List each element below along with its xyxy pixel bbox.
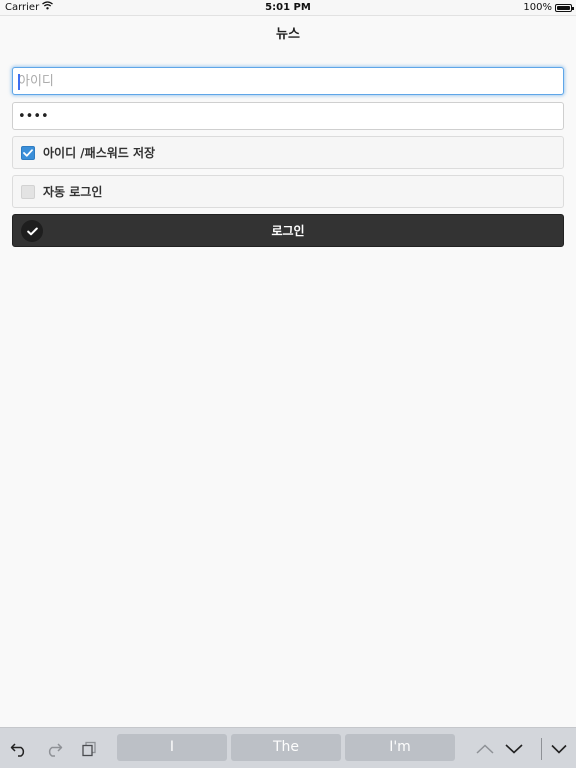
- keyboard-shortcut-bar: I The I'm: [0, 727, 576, 768]
- username-input[interactable]: [12, 67, 564, 95]
- battery-percent: 100%: [523, 2, 552, 13]
- undo-icon[interactable]: [8, 728, 30, 768]
- login-button[interactable]: 로그인: [12, 214, 564, 247]
- login-button-label: 로그인: [271, 224, 305, 238]
- paste-icon[interactable]: [78, 728, 100, 768]
- save-credentials-label: 아이디 /패스워드 저장: [43, 146, 156, 160]
- battery-level: [557, 6, 570, 10]
- status-right: 100%: [523, 0, 574, 16]
- chevron-up-icon[interactable]: [474, 728, 496, 768]
- suggestion-1[interactable]: I: [117, 734, 227, 761]
- keyboard-bar-divider: [541, 738, 542, 760]
- status-bar: Carrier 5:01 PM 100%: [0, 0, 576, 16]
- page-title: 뉴스: [276, 27, 300, 42]
- suggestion-3[interactable]: I'm: [345, 734, 455, 761]
- check-circle-icon: [21, 220, 43, 242]
- auto-login-row[interactable]: 자동 로그인: [12, 175, 564, 208]
- suggestion-2[interactable]: The: [231, 734, 341, 761]
- app-screen: Carrier 5:01 PM 100% 뉴스 아이디 아이디 /패스워드 저장…: [0, 0, 576, 768]
- keyboard-dismiss-icon[interactable]: [549, 728, 569, 768]
- checkmark-icon: [23, 148, 33, 157]
- save-credentials-row[interactable]: 아이디 /패스워드 저장: [12, 136, 564, 169]
- save-credentials-checkbox[interactable]: [21, 145, 35, 160]
- text-caret: [18, 74, 20, 90]
- status-time: 5:01 PM: [265, 2, 311, 13]
- auto-login-label: 자동 로그인: [43, 185, 103, 199]
- chevron-down-icon[interactable]: [503, 728, 525, 768]
- battery-icon: [555, 4, 574, 12]
- auto-login-checkbox[interactable]: [21, 184, 35, 199]
- redo-icon[interactable]: [43, 728, 65, 768]
- password-input[interactable]: [12, 102, 564, 130]
